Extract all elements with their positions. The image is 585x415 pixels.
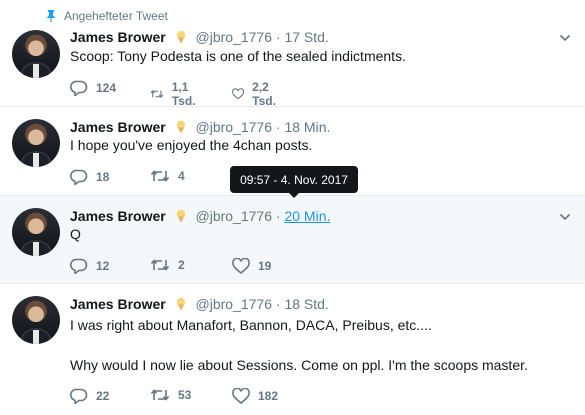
reply-count: 22 <box>96 389 110 403</box>
retweet-count: 2 <box>178 258 185 272</box>
tweet[interactable]: James Brower @jbro_1776 · 20 Min. Q 12 2 <box>0 196 585 284</box>
retweet-icon <box>150 389 170 401</box>
like-button[interactable]: 182 <box>232 388 278 404</box>
reply-button[interactable]: 18 <box>70 169 109 185</box>
reply-icon <box>70 388 88 404</box>
ice-cream-icon <box>176 297 185 311</box>
tweet-pinned[interactable]: Angehefteter Tweet James Brower @jbro_17… <box>0 0 585 108</box>
ice-cream-icon <box>176 120 185 134</box>
retweet-button[interactable]: 2 <box>150 258 185 272</box>
reply-icon <box>70 169 88 185</box>
avatar[interactable] <box>12 208 60 256</box>
ice-cream-icon <box>176 30 185 44</box>
author-handle[interactable]: @jbro_1776 <box>196 119 273 135</box>
like-count: 2,2 Tsd. <box>252 80 276 108</box>
tweet-timestamp[interactable]: 17 Std. <box>284 29 328 45</box>
reply-button[interactable]: 22 <box>70 388 109 404</box>
reply-count: 12 <box>96 259 110 273</box>
retweet-count: 4 <box>178 169 185 183</box>
retweet-count: 1,1 Tsd. <box>171 80 196 108</box>
reply-icon <box>70 258 88 274</box>
like-button[interactable]: 19 <box>232 258 271 274</box>
tweet-text: I was right about Manafort, Bannon, DACA… <box>70 317 528 373</box>
author-name[interactable]: James Brower <box>70 119 166 135</box>
tweet-text: Q <box>70 226 81 242</box>
author-handle[interactable]: @jbro_1776 <box>196 29 273 45</box>
chevron-down-icon[interactable] <box>559 32 571 44</box>
author-name[interactable]: James Brower <box>70 296 166 312</box>
heart-icon <box>232 88 245 100</box>
retweet-count: 53 <box>178 388 192 402</box>
author-handle[interactable]: @jbro_1776 <box>196 296 273 312</box>
tweet[interactable]: James Brower @jbro_1776 · 18 Std. I was … <box>0 284 585 415</box>
reply-count: 124 <box>96 81 117 95</box>
reply-button[interactable]: 124 <box>70 80 116 96</box>
retweet-button[interactable]: 1,1 Tsd. <box>150 80 202 108</box>
retweet-icon <box>150 170 170 182</box>
like-button[interactable]: 2,2 Tsd. <box>232 80 282 108</box>
like-count: 19 <box>258 259 272 273</box>
ice-cream-icon <box>176 209 185 223</box>
retweet-button[interactable]: 4 <box>150 169 185 183</box>
tweet-timestamp[interactable]: 18 Min. <box>284 119 330 135</box>
heart-icon <box>232 388 250 404</box>
timestamp-tooltip: 09:57 - 4. Nov. 2017 <box>230 166 358 198</box>
tweet-timestamp[interactable]: 18 Std. <box>284 296 328 312</box>
avatar[interactable] <box>12 296 60 344</box>
reply-icon <box>70 80 88 96</box>
tweet-text: Scoop: Tony Podesta is one of the sealed… <box>70 48 406 64</box>
tweet-text: I hope you've enjoyed the 4chan posts. <box>70 137 313 153</box>
avatar[interactable] <box>12 119 60 167</box>
like-count: 182 <box>258 389 279 403</box>
heart-icon <box>232 258 250 274</box>
author-name[interactable]: James Brower <box>70 29 166 45</box>
tweet-timestamp[interactable]: 20 Min. <box>284 208 330 224</box>
pinned-label: Angehefteter Tweet <box>46 9 168 23</box>
retweet-icon <box>150 90 164 98</box>
reply-button[interactable]: 12 <box>70 258 109 274</box>
pin-icon <box>46 10 56 22</box>
avatar[interactable] <box>12 30 60 78</box>
retweet-icon <box>150 259 170 271</box>
chevron-down-icon[interactable] <box>559 211 571 223</box>
retweet-button[interactable]: 53 <box>150 388 191 402</box>
reply-count: 18 <box>96 170 110 184</box>
author-name[interactable]: James Brower <box>70 208 166 224</box>
author-handle[interactable]: @jbro_1776 <box>196 208 273 224</box>
